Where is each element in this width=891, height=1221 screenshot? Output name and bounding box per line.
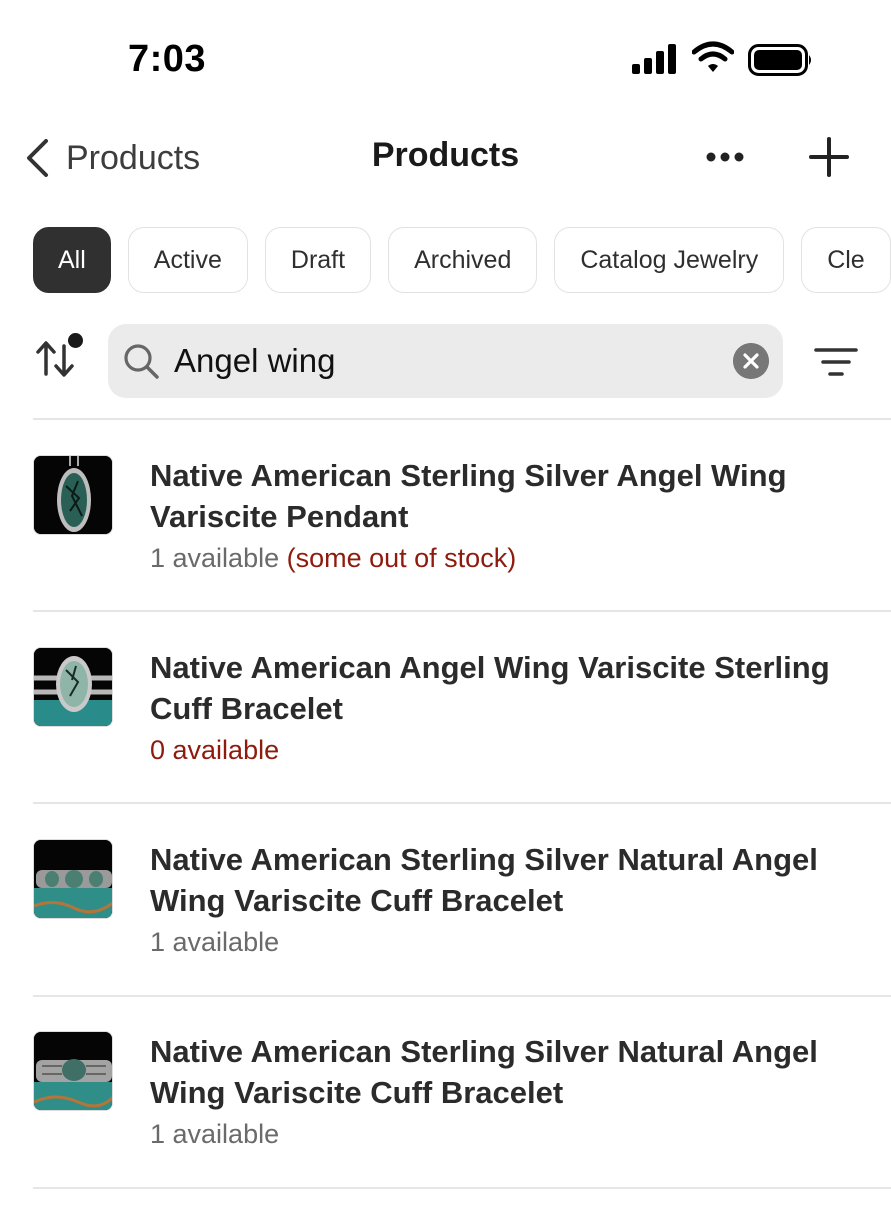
search-icon bbox=[124, 344, 159, 379]
product-title: Native American Sterling Silver Angel Wi… bbox=[150, 458, 787, 534]
product-title: Native American Sterling Silver Natural … bbox=[150, 1034, 818, 1110]
product-list-item[interactable]: Native American Sterling Silver Natural … bbox=[33, 1031, 891, 1221]
tab-all[interactable]: All bbox=[33, 227, 111, 293]
filter-button[interactable] bbox=[812, 344, 860, 380]
filter-tabs: All Active Draft Archived Catalog Jewelr… bbox=[33, 227, 891, 293]
clear-search-button[interactable] bbox=[733, 343, 769, 379]
divider bbox=[33, 1187, 891, 1189]
divider bbox=[33, 995, 891, 997]
search-input[interactable] bbox=[174, 336, 714, 386]
tab-cle[interactable]: Cle bbox=[801, 227, 891, 293]
product-list-item[interactable]: Native American Sterling Silver Angel Wi… bbox=[33, 455, 891, 645]
wifi-icon bbox=[692, 41, 734, 72]
back-button[interactable]: Products bbox=[24, 134, 200, 182]
available-count: 1 available bbox=[150, 927, 280, 957]
product-availability: 0 available bbox=[150, 733, 279, 767]
product-availability: 1 available bbox=[150, 925, 279, 959]
add-product-button[interactable] bbox=[806, 134, 852, 180]
available-count: 0 available bbox=[150, 735, 280, 765]
product-title: Native American Sterling Silver Natural … bbox=[150, 842, 818, 918]
tab-archived[interactable]: Archived bbox=[388, 227, 538, 293]
cuff-bracelet-image-icon bbox=[34, 840, 112, 918]
cellular-signal-icon bbox=[632, 44, 676, 74]
available-count: 1 available bbox=[150, 543, 280, 573]
pendant-image-icon bbox=[34, 456, 112, 534]
divider bbox=[33, 610, 891, 612]
cuff-bracelet-image-icon bbox=[34, 1032, 112, 1110]
product-thumbnail bbox=[33, 647, 113, 727]
battery-icon bbox=[748, 44, 811, 76]
product-thumbnail bbox=[33, 1031, 113, 1111]
product-title: Native American Angel Wing Variscite Ste… bbox=[150, 650, 830, 726]
chevron-left-icon bbox=[27, 139, 48, 177]
more-options-button[interactable] bbox=[700, 136, 750, 178]
cuff-bracelet-image-icon bbox=[34, 648, 112, 726]
back-label: Products bbox=[66, 138, 201, 177]
tab-draft[interactable]: Draft bbox=[264, 227, 372, 293]
product-availability: 1 available bbox=[150, 1117, 279, 1151]
available-count: 1 available bbox=[150, 1119, 280, 1149]
product-list-item[interactable]: Native American Angel Wing Variscite Ste… bbox=[33, 647, 891, 837]
stock-warning: (some out of stock) bbox=[286, 543, 517, 573]
ellipsis-icon bbox=[706, 152, 744, 162]
product-list-item[interactable]: Native American Sterling Silver Natural … bbox=[33, 839, 891, 1029]
divider bbox=[33, 418, 891, 420]
product-thumbnail bbox=[33, 455, 113, 535]
divider bbox=[33, 802, 891, 804]
product-availability: 1 available (some out of stock) bbox=[150, 541, 516, 575]
sort-active-indicator bbox=[68, 333, 83, 348]
tab-active[interactable]: Active bbox=[127, 227, 248, 293]
tab-catalog-jewelry[interactable]: Catalog Jewelry bbox=[554, 227, 785, 293]
status-time: 7:03 bbox=[128, 38, 207, 80]
product-thumbnail bbox=[33, 839, 113, 919]
